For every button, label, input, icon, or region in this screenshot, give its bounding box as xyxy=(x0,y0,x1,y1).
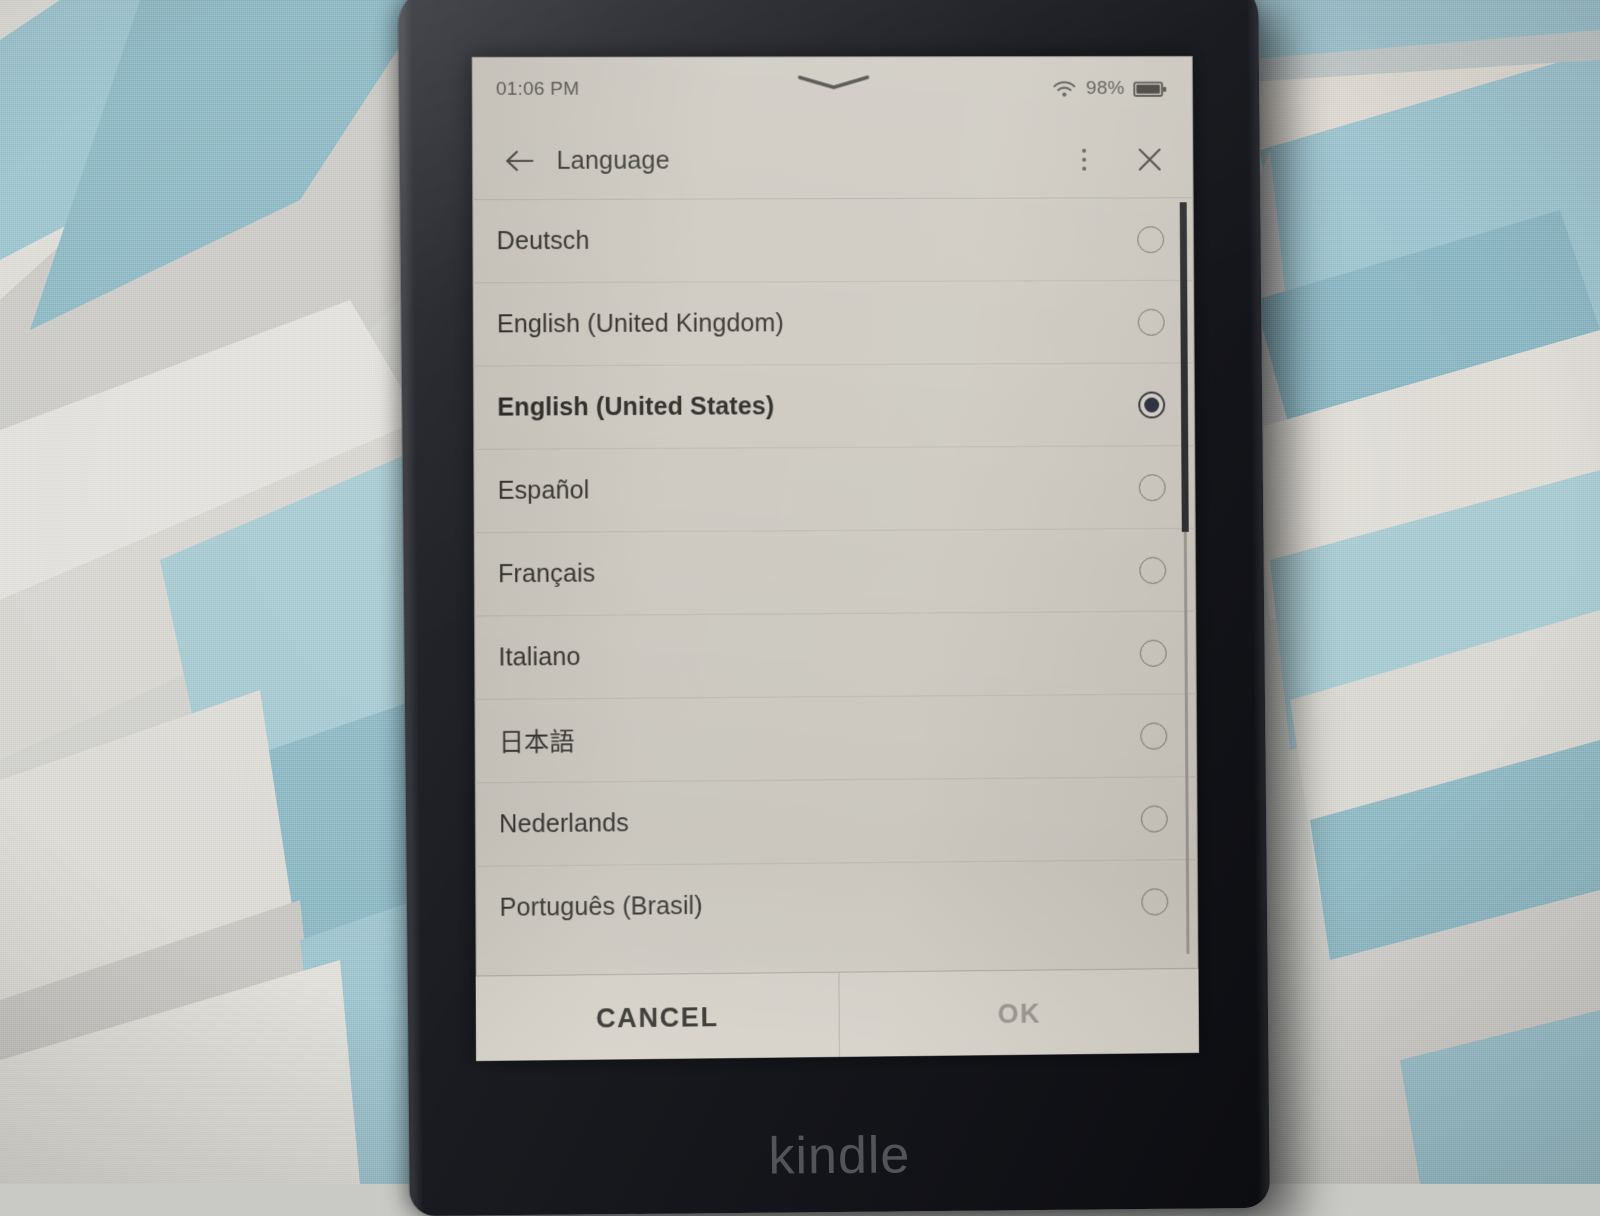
eink-screen: 01:06 PM 98% Language Deutsch English (U… xyxy=(471,56,1200,1062)
language-option-row[interactable]: Português (Brasil) xyxy=(475,860,1198,949)
language-option-label: English (United Kingdom) xyxy=(496,308,784,338)
language-option-label: Português (Brasil) xyxy=(499,891,703,922)
kindle-wordmark: kindle xyxy=(768,1126,911,1186)
radio-button[interactable] xyxy=(1138,473,1166,501)
language-option-label: Français xyxy=(498,559,596,588)
language-option-row[interactable]: 日本語 xyxy=(474,694,1198,784)
battery-full-icon xyxy=(1133,79,1167,98)
language-option-label: Nederlands xyxy=(499,808,629,838)
overflow-menu-icon[interactable] xyxy=(1062,137,1106,183)
close-icon[interactable] xyxy=(1128,137,1172,183)
language-option-label: English (United States) xyxy=(497,391,775,422)
ok-button[interactable]: OK xyxy=(837,968,1200,1059)
wifi-icon xyxy=(1052,80,1077,99)
status-indicators: 98% xyxy=(1052,78,1167,100)
language-option-row[interactable]: Français xyxy=(473,528,1197,617)
language-list[interactable]: Deutsch English (United Kingdom) English (… xyxy=(472,198,1198,975)
radio-button[interactable] xyxy=(1140,722,1168,750)
radio-button[interactable] xyxy=(1139,639,1167,667)
language-option-label: Español xyxy=(497,475,590,505)
radio-button[interactable] xyxy=(1139,556,1167,584)
language-option-label: 日本語 xyxy=(498,728,575,758)
arrow-left-icon[interactable] xyxy=(496,138,542,184)
battery-percent-label: 98% xyxy=(1085,77,1125,99)
radio-button[interactable] xyxy=(1137,225,1165,253)
language-option-row[interactable]: Italiano xyxy=(474,611,1197,700)
language-option-row[interactable]: English (United States) xyxy=(473,363,1196,450)
radio-button-selected[interactable] xyxy=(1138,390,1166,419)
chevron-down-icon[interactable] xyxy=(794,74,874,90)
dialog-footer: CANCEL OK xyxy=(475,967,1200,1062)
language-option-row[interactable]: Nederlands xyxy=(474,777,1198,867)
language-option-row[interactable]: Español xyxy=(473,446,1196,534)
radio-button[interactable] xyxy=(1140,804,1168,833)
page-title: Language xyxy=(556,146,670,175)
language-option-row[interactable]: Deutsch xyxy=(472,198,1195,284)
language-option-row[interactable]: English (United Kingdom) xyxy=(472,280,1195,367)
status-bar: 01:06 PM 98% xyxy=(472,56,1193,123)
dialog-header: Language xyxy=(471,121,1194,201)
radio-button[interactable] xyxy=(1137,308,1165,336)
language-option-label: Deutsch xyxy=(496,226,590,255)
cancel-button[interactable]: CANCEL xyxy=(476,973,839,1061)
header-actions xyxy=(1062,137,1172,183)
device-screen-area: 01:06 PM 98% Language Deutsch English (U… xyxy=(471,56,1200,1062)
language-option-label: Italiano xyxy=(498,642,581,672)
kindle-device: 01:06 PM 98% Language Deutsch English (U… xyxy=(398,0,1270,1216)
radio-button[interactable] xyxy=(1141,887,1169,916)
status-clock: 01:06 PM xyxy=(495,78,580,100)
